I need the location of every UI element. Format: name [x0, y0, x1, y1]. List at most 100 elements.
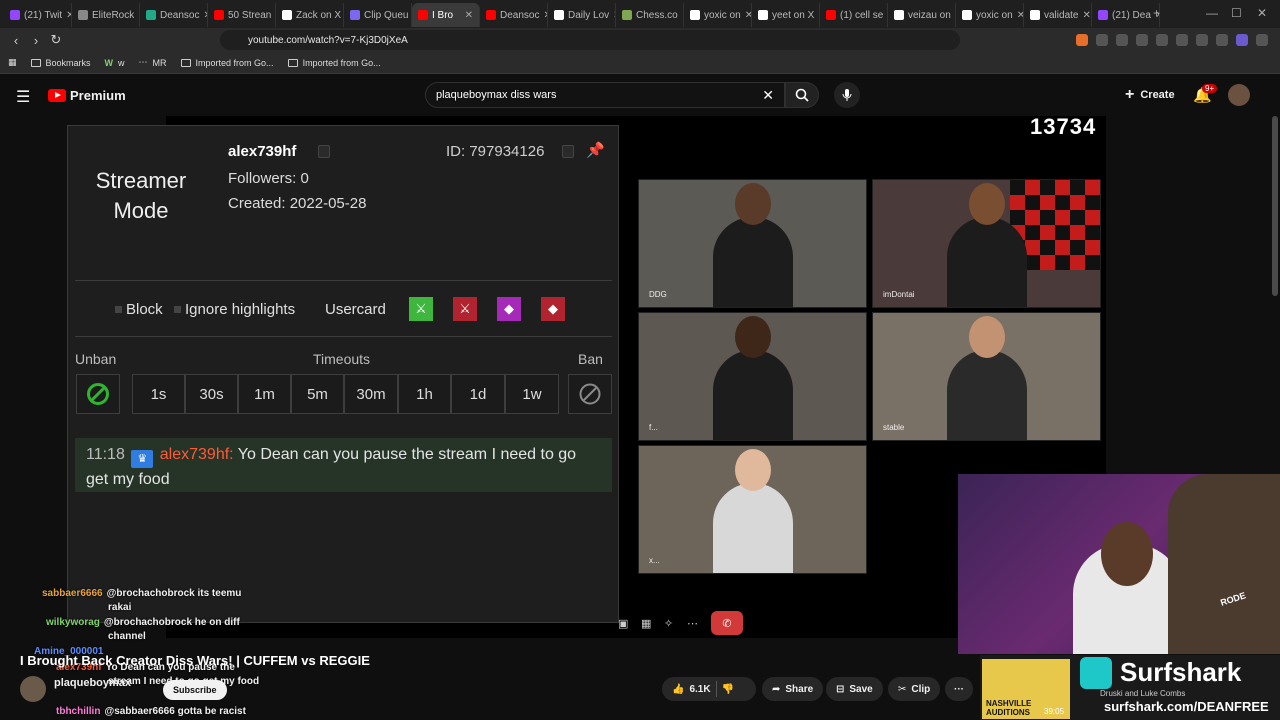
- search-button[interactable]: [785, 82, 819, 108]
- bookmark-item[interactable]: Bookmarks: [30, 58, 91, 68]
- timeout-30m-button[interactable]: 30m: [344, 374, 398, 414]
- share-button[interactable]: ➦ Share: [762, 677, 824, 701]
- browser-tab[interactable]: 50 Strean✕: [208, 3, 276, 27]
- browser-tab[interactable]: Deansoc✕: [480, 3, 548, 27]
- new-tab-button[interactable]: +: [1153, 6, 1160, 20]
- browser-tab[interactable]: Chess.co✕: [616, 3, 684, 27]
- search-input[interactable]: plaqueboymax diss wars ✕: [425, 82, 785, 108]
- person-head: [968, 183, 1005, 225]
- overlay-chat-msg: @brochachobrock he on diff: [103, 617, 240, 628]
- green-sword-icon[interactable]: ⚔: [409, 297, 433, 321]
- extension-icon[interactable]: [1076, 34, 1088, 46]
- reload-icon[interactable]: ↻: [46, 30, 66, 50]
- extension-icon[interactable]: [1136, 34, 1148, 46]
- timeout-1m-button[interactable]: 1m: [238, 374, 291, 414]
- timeout-1w-button[interactable]: 1w: [505, 374, 559, 414]
- purple-gem-icon[interactable]: ◆: [497, 297, 521, 321]
- extension-icon[interactable]: [1156, 34, 1168, 46]
- unban-button[interactable]: [76, 374, 120, 414]
- red-gem-icon[interactable]: ◆: [541, 297, 565, 321]
- checkbox-icon: [115, 306, 122, 313]
- extension-icon[interactable]: [1196, 34, 1208, 46]
- more-actions-button[interactable]: ···: [945, 677, 973, 701]
- apps-icon[interactable]: ▦: [8, 57, 17, 68]
- close-tab-icon[interactable]: ✕: [745, 10, 751, 21]
- page-scrollbar[interactable]: [1272, 116, 1278, 296]
- channel-avatar[interactable]: [20, 676, 46, 702]
- close-tab-icon[interactable]: ✕: [1017, 10, 1023, 21]
- back-icon[interactable]: ‹: [6, 30, 26, 50]
- sponsor-url: surfshark.com/DEANFREE: [1104, 699, 1269, 714]
- browser-tab[interactable]: (1) cell se✕: [820, 3, 888, 27]
- timeout-1s-button[interactable]: 1s: [132, 374, 185, 414]
- forward-icon[interactable]: ›: [26, 30, 46, 50]
- subscribe-button[interactable]: Subscribe: [163, 680, 227, 700]
- browser-tab[interactable]: EliteRock✕: [72, 3, 140, 27]
- address-bar[interactable]: youtube.com/watch?v=7-Kj3D0jXeA: [220, 30, 960, 50]
- ignore-highlights-toggle[interactable]: Ignore highlights: [174, 301, 295, 318]
- close-tab-icon[interactable]: ✕: [1082, 10, 1090, 21]
- account-avatar[interactable]: [1228, 84, 1250, 106]
- divider: [75, 336, 612, 337]
- browser-tab[interactable]: veizau on✕: [888, 3, 956, 27]
- extension-icon[interactable]: [1236, 34, 1248, 46]
- timeout-30s-button[interactable]: 30s: [185, 374, 238, 414]
- red-sword-icon[interactable]: ⚔: [453, 297, 477, 321]
- browser-tab[interactable]: yoxic on ✕: [956, 3, 1024, 27]
- browser-tab[interactable]: validate ✕: [1024, 3, 1092, 27]
- clear-search-icon[interactable]: ✕: [762, 87, 774, 104]
- chat-username[interactable]: alex739hf:: [160, 446, 234, 463]
- channel-name[interactable]: plaqueboymax: [54, 677, 131, 689]
- copy-username-icon[interactable]: [318, 145, 330, 158]
- timeout-5m-button[interactable]: 5m: [291, 374, 344, 414]
- usercard-username[interactable]: alex739hf: [228, 143, 296, 160]
- menu-icon[interactable]: [1256, 34, 1268, 46]
- bookmark-item[interactable]: ⋯ MR: [139, 57, 167, 68]
- copy-id-icon[interactable]: [562, 145, 574, 158]
- clip-button[interactable]: ✂ Clip: [888, 677, 941, 701]
- maximize-icon[interactable]: ☐: [1231, 6, 1242, 20]
- extension-icon[interactable]: [1096, 34, 1108, 46]
- effects-icon[interactable]: ✧: [664, 617, 673, 630]
- pin-icon[interactable]: 📌: [586, 141, 605, 159]
- create-button[interactable]: + Create: [1125, 86, 1175, 104]
- extension-icon[interactable]: [1176, 34, 1188, 46]
- bookmark-item[interactable]: Imported from Go...: [180, 58, 274, 68]
- browser-tab[interactable]: Daily Lov✕: [548, 3, 616, 27]
- close-tab-icon[interactable]: ✕: [465, 10, 473, 21]
- block-toggle[interactable]: Block: [115, 301, 163, 318]
- browser-tab[interactable]: I Bro ✕: [412, 3, 480, 27]
- more-options-icon[interactable]: ⋯: [687, 617, 698, 630]
- timeout-1h-button[interactable]: 1h: [398, 374, 451, 414]
- browser-tab[interactable]: Zack on X✕: [276, 3, 344, 27]
- tab-favicon-icon: [146, 10, 156, 20]
- minimize-icon[interactable]: —: [1206, 6, 1218, 20]
- bookmark-item[interactable]: Ww: [105, 58, 125, 68]
- grid-icon[interactable]: ▦: [641, 617, 651, 630]
- timeout-1d-button[interactable]: 1d: [451, 374, 505, 414]
- webcam-tile: DDG: [638, 179, 867, 308]
- hang-up-button[interactable]: ✆: [711, 611, 743, 635]
- dislike-button[interactable]: 👎: [722, 684, 734, 695]
- close-window-icon[interactable]: ✕: [1257, 6, 1267, 20]
- share-screen-icon[interactable]: ▣: [618, 617, 628, 630]
- save-button[interactable]: ⊟ Save: [826, 677, 883, 701]
- youtube-logo[interactable]: Premium: [48, 88, 126, 103]
- voice-search-button[interactable]: [834, 82, 860, 108]
- browser-tab[interactable]: yoxic on ✕: [684, 3, 752, 27]
- browser-tab[interactable]: yeet on X✕: [752, 3, 820, 27]
- hamburger-menu-icon[interactable]: ☰: [16, 87, 30, 107]
- usercard-link[interactable]: Usercard: [325, 301, 386, 318]
- browser-tab[interactable]: (21) Dea✕: [1092, 3, 1160, 27]
- ban-button[interactable]: [568, 374, 612, 414]
- browser-tab[interactable]: Deansoc✕: [140, 3, 208, 27]
- browser-tab[interactable]: (21) Twit✕: [4, 3, 72, 27]
- tab-label: yoxic on: [704, 9, 741, 21]
- like-button[interactable]: 👍 6.1K: [672, 684, 711, 695]
- extension-icon[interactable]: [1216, 34, 1228, 46]
- tab-label: Chess.co: [636, 9, 678, 21]
- extension-icon[interactable]: [1116, 34, 1128, 46]
- tab-favicon-icon: [758, 10, 768, 20]
- bookmark-item[interactable]: Imported from Go...: [287, 58, 381, 68]
- browser-tab[interactable]: Clip Queu✕: [344, 3, 412, 27]
